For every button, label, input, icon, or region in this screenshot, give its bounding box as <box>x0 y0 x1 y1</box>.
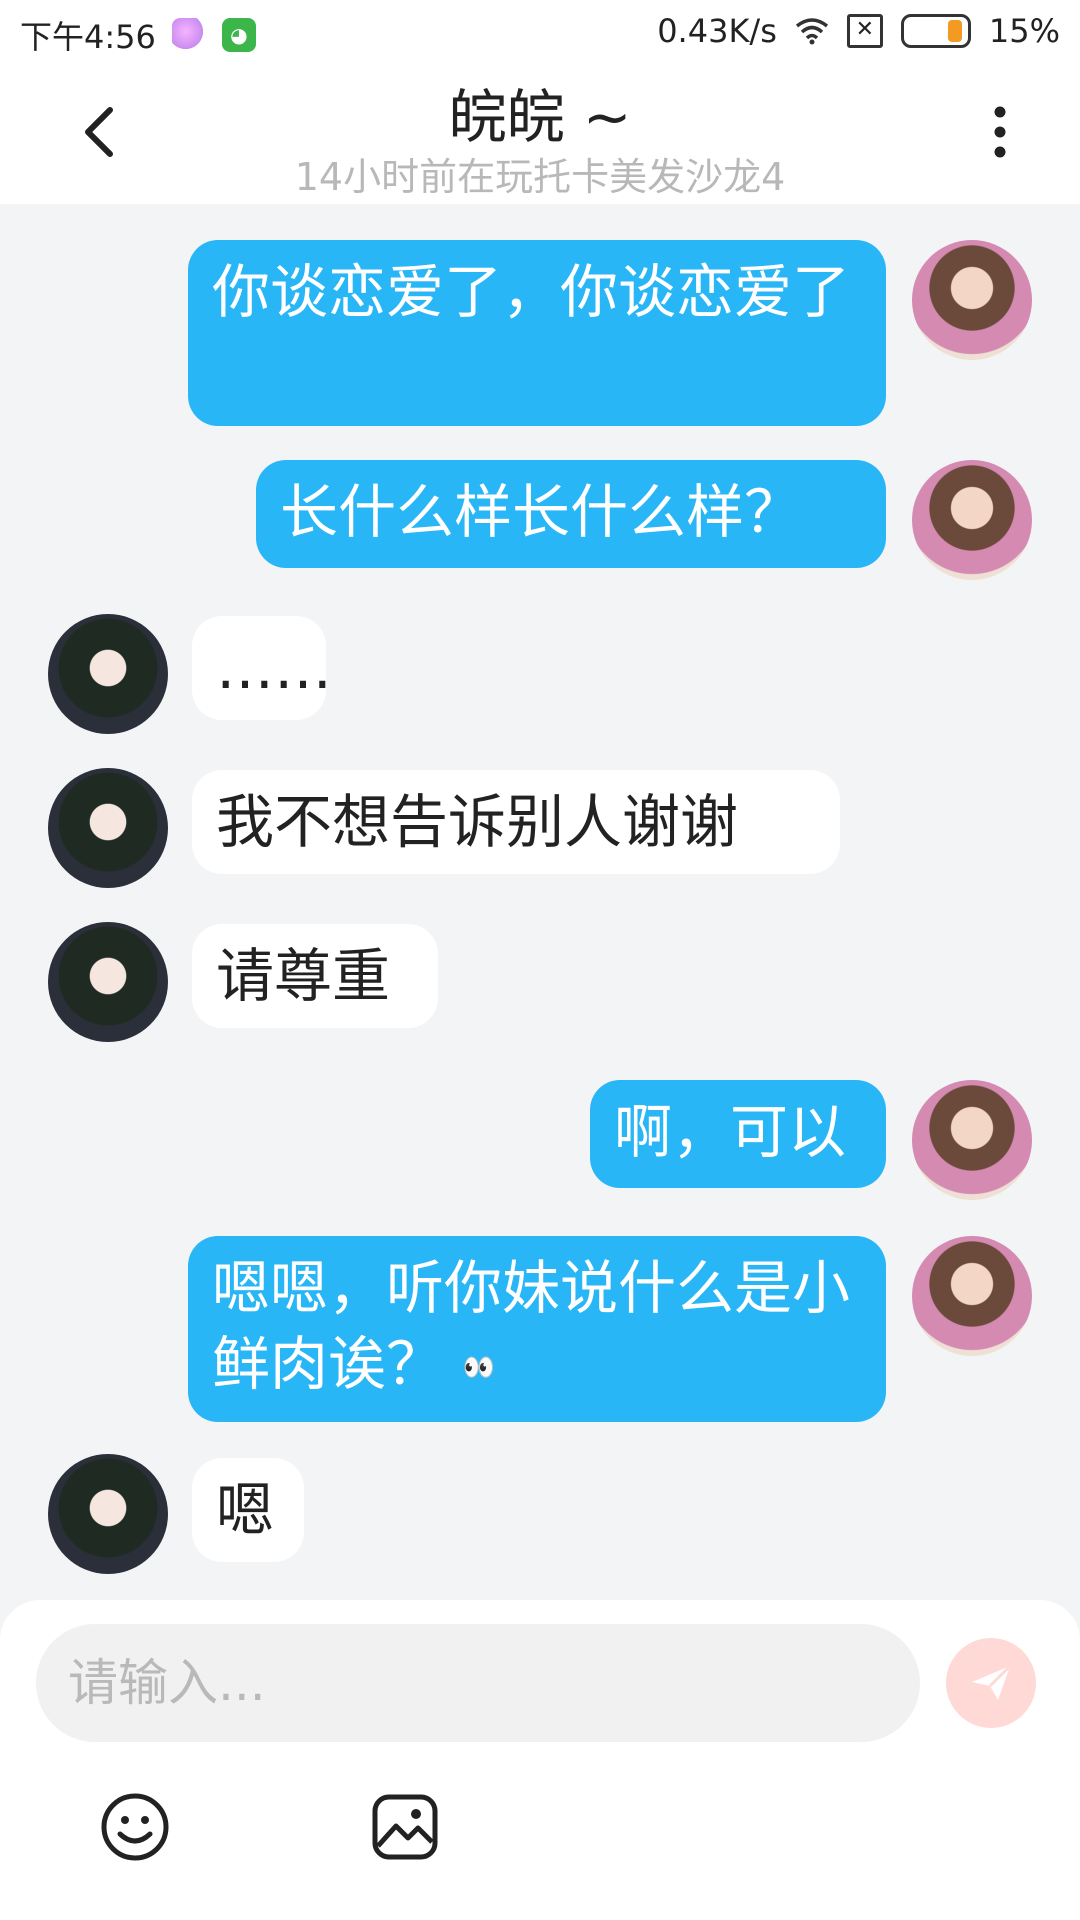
status-time: 下午4:56 <box>20 18 156 56</box>
contact-name: 皖皖 ~ <box>448 83 632 151</box>
status-bar: 下午4:56 ◕ 0.43K/s ✕ 15% <box>0 0 1080 62</box>
message-text: 请尊重 <box>216 942 391 1010</box>
message-bubble[interactable]: …… <box>192 616 332 720</box>
message-bubble[interactable]: 嗯 <box>192 1458 304 1562</box>
battery-icon <box>900 14 971 48</box>
battery-percentage: 15% <box>988 12 1060 50</box>
status-left: 下午4:56 ◕ <box>20 12 256 58</box>
contact-avatar[interactable] <box>48 768 168 888</box>
contact-avatar[interactable] <box>48 1454 168 1574</box>
my-avatar[interactable] <box>912 240 1032 360</box>
message-text: 长什么样长什么样？ <box>280 478 803 546</box>
smile-icon[interactable] <box>100 1792 170 1862</box>
app-notification-icon <box>171 18 206 52</box>
wifi-icon <box>795 18 828 45</box>
message-bubble[interactable]: 请尊重 <box>192 924 438 1028</box>
message-text: 嗯 <box>216 1476 275 1544</box>
network-speed: 0.43K/s <box>657 12 777 50</box>
message-list[interactable]: 你谈恋爱了，你谈恋爱了 长什么样长什么样？ …… 我不想告诉别人谢谢 请尊重 啊… <box>0 204 1080 1594</box>
contact-avatar[interactable] <box>48 614 168 734</box>
message-composer <box>0 1600 1080 1920</box>
message-text: 啊，可以 <box>614 1098 847 1166</box>
message-bubble[interactable]: 你谈恋爱了，你谈恋爱了 <box>188 240 886 426</box>
my-avatar[interactable] <box>912 1236 1032 1356</box>
chat-header: 皖皖 ~ 14小时前在玩托卡美发沙龙4 <box>0 62 1080 204</box>
status-right: 0.43K/s ✕ 15% <box>657 12 1060 50</box>
message-input[interactable] <box>36 1624 920 1742</box>
eyes-emoji: 👀 <box>462 1352 501 1383</box>
message-text: 我不想告诉别人谢谢 <box>216 788 739 856</box>
more-vertical-icon[interactable] <box>990 102 1010 162</box>
contact-activity-status: 14小时前在玩托卡美发沙龙4 <box>294 155 786 199</box>
my-avatar[interactable] <box>912 460 1032 580</box>
image-icon[interactable] <box>370 1792 440 1862</box>
no-sim-icon: ✕ <box>846 14 883 48</box>
my-avatar[interactable] <box>912 1080 1032 1200</box>
send-icon <box>972 1664 1012 1700</box>
message-bubble[interactable]: 长什么样长什么样？ <box>256 460 886 568</box>
message-text: 你谈恋爱了，你谈恋爱了 <box>212 258 851 326</box>
message-bubble[interactable]: 嗯嗯，听你妹说什么是小鲜肉诶？ 👀 <box>188 1236 886 1422</box>
message-bubble[interactable]: 我不想告诉别人谢谢 <box>192 770 840 874</box>
message-text: 嗯嗯，听你妹说什么是小鲜肉诶？ <box>212 1254 851 1398</box>
android-notification-icon: ◕ <box>221 18 256 52</box>
message-text: …… <box>216 634 332 702</box>
contact-avatar[interactable] <box>48 922 168 1042</box>
chat-screen: 下午4:56 ◕ 0.43K/s ✕ 15% 皖皖 ~ 14小时前在玩托卡美发沙… <box>0 0 1080 1920</box>
send-button[interactable] <box>946 1638 1036 1728</box>
message-bubble[interactable]: 啊，可以 <box>590 1080 886 1188</box>
